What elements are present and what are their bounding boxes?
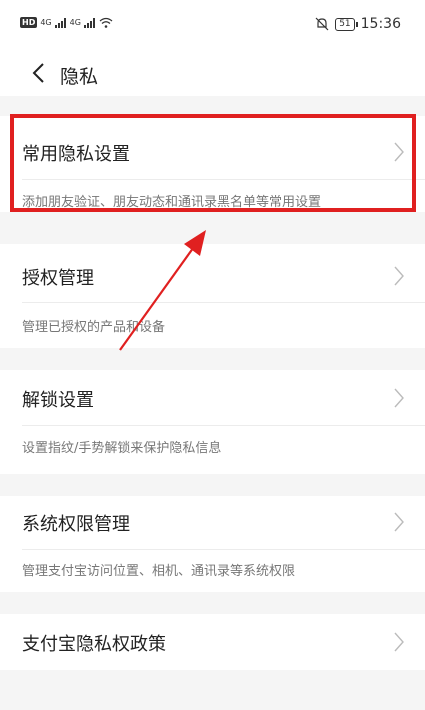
- item-description: 管理支付宝访问位置、相机、通讯录等系统权限: [22, 564, 296, 579]
- page-title: 隐私: [60, 66, 99, 88]
- settings-item-privacy-policy[interactable]: 支付宝隐私权政策: [0, 614, 425, 670]
- chevron-right-icon: [394, 266, 404, 286]
- chevron-right-icon: [394, 632, 404, 652]
- signal-icon: [54, 17, 66, 28]
- signal-label-1: 4G: [40, 18, 52, 27]
- settings-item-authorization[interactable]: 授权管理 管理已授权的产品和设备: [0, 244, 425, 348]
- signal-label-2: 4G: [69, 18, 81, 27]
- divider: [22, 425, 425, 426]
- status-left: HD 4G 4G: [20, 17, 113, 28]
- hd-icon: HD: [20, 17, 38, 28]
- divider: [22, 302, 425, 303]
- signal-icon: [83, 17, 95, 28]
- mute-bell-icon: [315, 17, 329, 31]
- item-title: 解锁设置: [22, 390, 94, 411]
- item-description: 设置指纹/手势解锁来保护隐私信息: [22, 441, 222, 456]
- highlight-box: [10, 114, 416, 212]
- settings-item-system-permissions[interactable]: 系统权限管理 管理支付宝访问位置、相机、通讯录等系统权限: [0, 496, 425, 592]
- privacy-page: HD 4G 4G 51 15:36 隐私 常用隐私设置 添加朋友验证、朋友动态和…: [0, 0, 425, 710]
- battery-icon: 51: [335, 17, 359, 31]
- back-arrow-icon[interactable]: [28, 61, 52, 85]
- item-title: 支付宝隐私权政策: [22, 634, 166, 655]
- item-title: 系统权限管理: [22, 514, 130, 535]
- clock: 15:36: [360, 16, 401, 32]
- annotation-arrow-icon: [119, 230, 206, 351]
- nav-bar: 隐私: [0, 52, 425, 96]
- wifi-icon: [99, 17, 113, 28]
- settings-item-unlock[interactable]: 解锁设置 设置指纹/手势解锁来保护隐私信息: [0, 370, 425, 474]
- status-right: 51 15:36: [315, 16, 401, 32]
- item-title: 授权管理: [22, 268, 94, 289]
- divider: [22, 549, 425, 550]
- chevron-right-icon: [394, 388, 404, 408]
- status-bar: HD 4G 4G 51 15:36: [0, 0, 425, 52]
- chevron-right-icon: [394, 512, 404, 532]
- item-description: 管理已授权的产品和设备: [22, 320, 166, 335]
